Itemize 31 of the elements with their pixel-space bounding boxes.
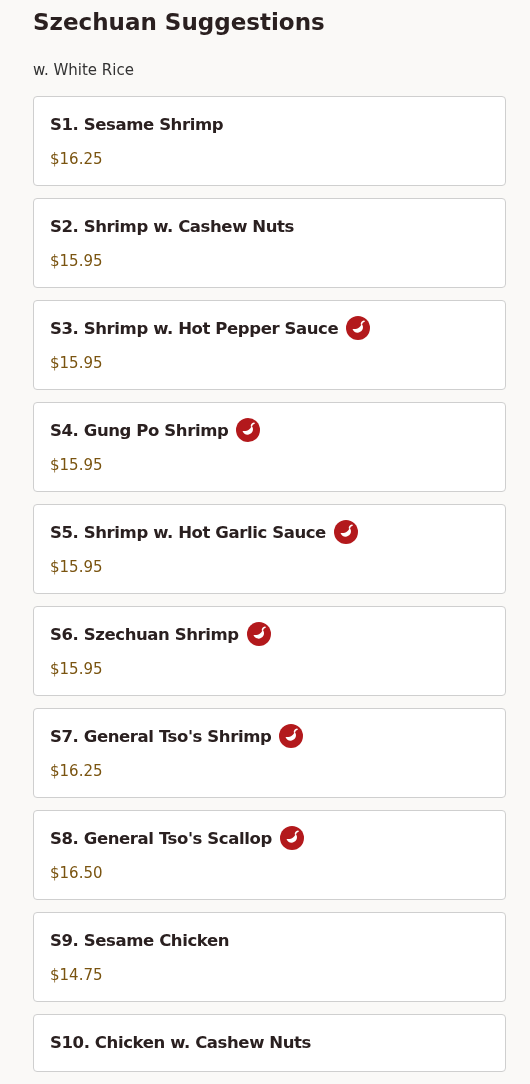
section-title: Szechuan Suggestions (33, 8, 326, 37)
section-note: w. White Rice (33, 60, 135, 80)
item-name: S10. Chicken w. Cashew Nuts (50, 1032, 311, 1052)
item-name: S5. Shrimp w. Hot Garlic Sauce (50, 522, 326, 542)
item-price: $15.95 (50, 251, 104, 271)
item-price: $16.25 (50, 761, 104, 781)
item-name: S7. General Tso's Shrimp (50, 726, 272, 746)
menu-item-card[interactable]: S2. Shrimp w. Cashew Nuts $15.95 (33, 198, 506, 288)
menu-item-card[interactable]: S9. Sesame Chicken $14.75 (33, 912, 506, 1002)
item-price: $15.95 (50, 557, 104, 577)
item-name: S6. Szechuan Shrimp (50, 624, 239, 644)
menu-item-card[interactable]: S3. Shrimp w. Hot Pepper Sauce $15.95 (33, 300, 506, 390)
item-name: S1. Sesame Shrimp (50, 114, 224, 134)
item-price: $15.95 (50, 659, 104, 679)
menu-item-card[interactable]: S4. Gung Po Shrimp $15.95 (33, 402, 506, 492)
item-name: S2. Shrimp w. Cashew Nuts (50, 216, 294, 236)
item-price: $16.25 (50, 149, 104, 169)
item-name: S3. Shrimp w. Hot Pepper Sauce (50, 318, 339, 338)
menu-item-card[interactable]: S7. General Tso's Shrimp $16.25 (33, 708, 506, 798)
item-name: S8. General Tso's Scallop (50, 828, 272, 848)
menu-item-card[interactable]: S5. Shrimp w. Hot Garlic Sauce $15.95 (33, 504, 506, 594)
menu-item-card[interactable]: S1. Sesame Shrimp $16.25 (33, 96, 506, 186)
menu-item-card[interactable]: S10. Chicken w. Cashew Nuts (33, 1014, 506, 1072)
item-name: S9. Sesame Chicken (50, 930, 230, 950)
menu-item-card[interactable]: S6. Szechuan Shrimp $15.95 (33, 606, 506, 696)
item-price: $15.95 (50, 353, 104, 373)
item-price: $14.75 (50, 965, 104, 985)
item-price: $16.50 (50, 863, 104, 883)
menu-item-card[interactable]: S8. General Tso's Scallop $16.50 (33, 810, 506, 900)
item-price: $15.95 (50, 455, 104, 475)
item-name: S4. Gung Po Shrimp (50, 420, 229, 440)
